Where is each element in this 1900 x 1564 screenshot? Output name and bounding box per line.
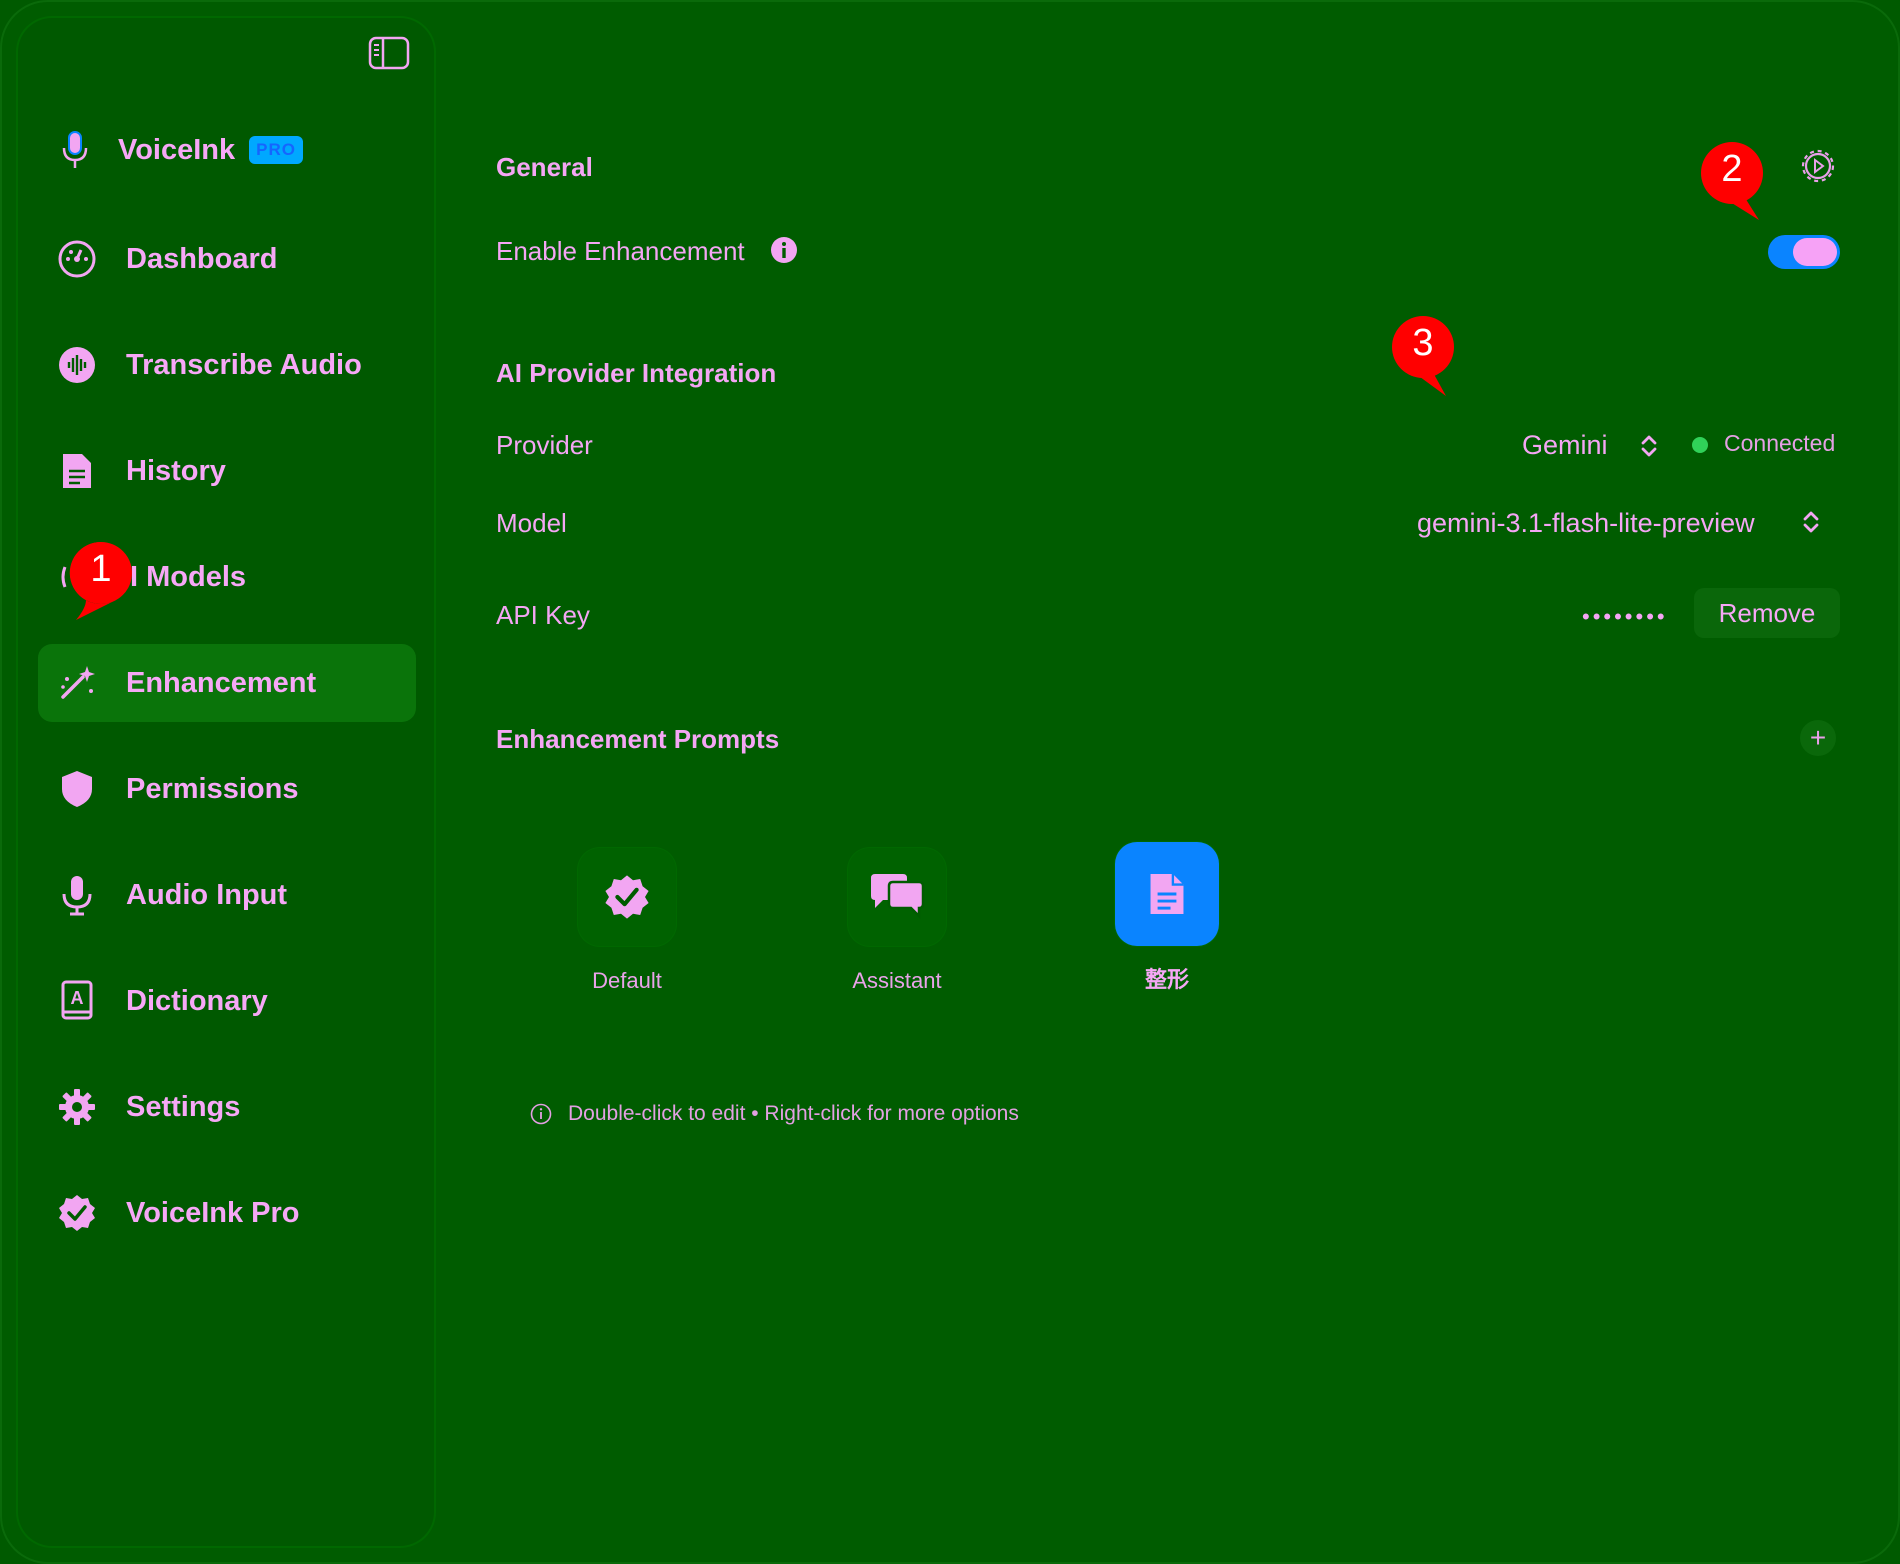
sidebar-item-settings[interactable]: Settings [38,1068,416,1146]
dictionary-icon: A [56,980,98,1022]
pro-badge: PRO [249,136,303,164]
plus-icon: + [1809,722,1827,753]
connection-status-dot [1692,437,1708,453]
enhancement-prompts-title: Enhancement Prompts [496,724,780,754]
sidebar-toggle-icon[interactable] [368,36,410,70]
app-name: VoiceInk [118,133,236,166]
verified-badge-icon [56,1192,98,1234]
sidebar-item-label: History [126,454,226,487]
sidebar-item-label: Permissions [126,772,299,805]
app-logo-microphone-icon [62,131,88,168]
info-icon[interactable] [770,236,798,264]
magic-wand-icon [56,662,98,704]
waveform-icon [56,344,98,386]
add-prompt-button[interactable]: + [1800,720,1836,756]
sidebar-item-label: Enhancement [126,666,317,699]
api-key-masked: •••••••• [1582,604,1668,629]
prompt-card-assistant[interactable]: Assistant [817,848,977,994]
sidebar-item-dashboard[interactable]: Dashboard [38,220,416,298]
sidebar-item-dictionary[interactable]: A Dictionary [38,962,416,1040]
provider-select[interactable]: Gemini [1522,430,1608,461]
prompt-label: 整形 [1144,967,1189,992]
enable-enhancement-label: Enable Enhancement [496,236,745,266]
gear-icon [56,1086,98,1128]
model-select[interactable]: gemini-3.1-flash-lite-preview [1417,508,1755,539]
microphone-icon [56,874,98,916]
sidebar-item-transcribe-audio[interactable]: Transcribe Audio [38,326,416,404]
app-brand: VoiceInk PRO [60,128,303,172]
prompt-card-default[interactable]: Default [547,848,707,994]
prompt-label: Assistant [852,968,942,993]
sidebar-item-permissions[interactable]: Permissions [38,750,416,828]
prompt-tile [578,848,676,946]
pro-badge-label: PRO [256,140,296,159]
chevron-up-down-icon[interactable] [1800,508,1822,536]
prompts-hint: Double-click to edit • Right-click for m… [530,1102,1019,1126]
annotation-number: 3 [1412,322,1434,364]
sidebar-item-label: Settings [126,1090,241,1123]
sidebar-item-voiceink-pro[interactable]: VoiceInk Pro [38,1174,416,1252]
document-icon [56,450,98,492]
general-section-title: General [496,152,593,182]
annotation-number: 1 [90,548,112,590]
ai-provider-section-title: AI Provider Integration [496,358,777,388]
prompt-label: Default [592,968,662,993]
gauge-icon [56,238,98,280]
verified-badge-icon [605,875,649,919]
model-label: Model [496,508,567,538]
toggle-knob [1793,238,1837,266]
prompt-tile [848,848,946,946]
annotation-number: 2 [1721,148,1743,190]
annotation-marker-1: 1 [66,538,136,622]
sidebar-item-enhancement[interactable]: Enhancement [38,644,416,722]
chat-bubbles-icon [871,874,925,920]
app-window: VoiceInk PRO Dashboard Transcribe Audio … [0,0,1900,1564]
shield-icon [56,768,98,810]
sidebar-item-label: I Models [130,560,247,593]
api-key-label: API Key [496,600,590,630]
connection-status: Connected [1724,430,1836,456]
sidebar-item-label: Dictionary [126,984,268,1017]
enable-enhancement-toggle[interactable] [1768,235,1840,269]
settings-gear-icon[interactable] [1800,148,1836,184]
remove-api-key-button[interactable]: Remove [1694,588,1840,638]
sidebar-item-history[interactable]: History [38,432,416,510]
svg-text:A: A [71,988,84,1008]
provider-label: Provider [496,430,593,460]
sidebar-item-label: Transcribe Audio [126,348,362,381]
sidebar-item-audio-input[interactable]: Audio Input [38,856,416,934]
annotation-marker-3: 3 [1388,312,1458,396]
prompt-tile-selected [1115,842,1219,946]
prompt-card-seikei[interactable]: 整形 [1087,842,1247,994]
document-icon [1150,874,1184,914]
sidebar-item-label: Dashboard [126,242,278,275]
sidebar-item-label: Audio Input [126,878,288,911]
annotation-marker-2: 2 [1697,138,1767,222]
sidebar-item-label: VoiceInk Pro [126,1196,300,1229]
info-outline-icon [530,1103,552,1125]
hint-text: Double-click to edit • Right-click for m… [568,1102,1019,1125]
chevron-up-down-icon[interactable] [1638,432,1660,460]
